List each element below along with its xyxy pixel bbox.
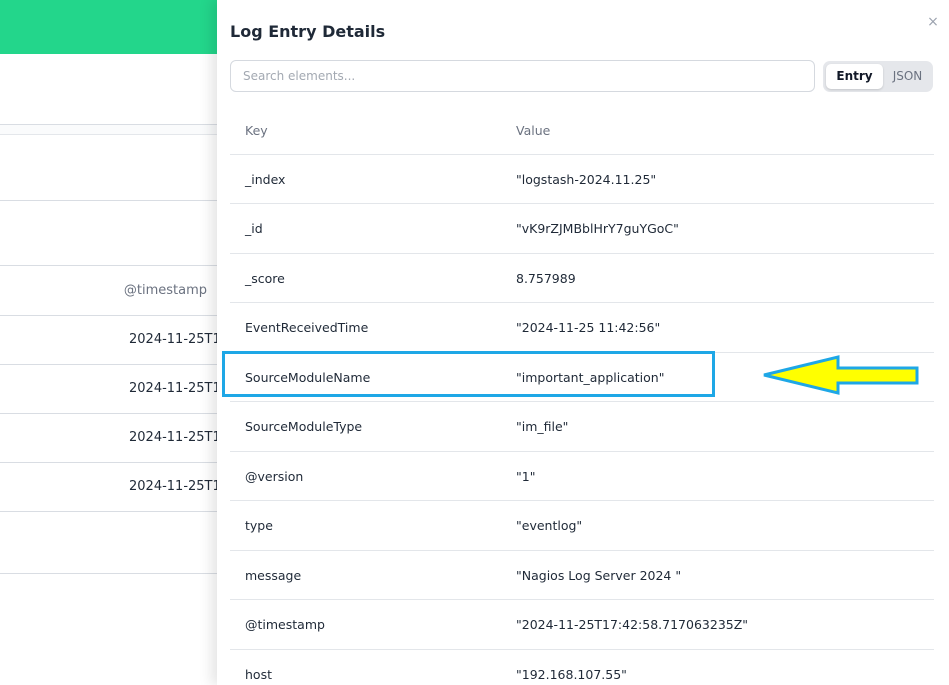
background-timestamp-cell: 2024-11-25T17 — [129, 381, 217, 396]
background-header-bar — [0, 0, 217, 54]
table-row: EventReceivedTime "2024-11-25 11:42:56" — [230, 303, 934, 353]
table-row: @version "1" — [230, 452, 934, 501]
panel-title: Log Entry Details — [230, 22, 386, 41]
field-value: "eventlog" — [516, 518, 583, 533]
background-table-row[interactable]: 2024-11-25T17 — [0, 414, 217, 463]
table-row: type "eventlog" — [230, 501, 934, 551]
table-row: message "Nagios Log Server 2024 " — [230, 551, 934, 600]
log-entry-details-panel: Log Entry Details × Entry JSON Key Value… — [217, 0, 949, 685]
background-divider-band — [0, 124, 217, 135]
value-column-header: Value — [516, 123, 551, 138]
field-key: SourceModuleType — [245, 419, 363, 434]
background-divider — [0, 573, 217, 574]
table-row: SourceModuleType "im_file" — [230, 402, 934, 452]
field-value: "192.168.107.55" — [516, 666, 627, 682]
field-value: "2024-11-25T17:42:58.717063235Z" — [516, 617, 749, 632]
background-column-header[interactable]: @timestamp — [0, 265, 217, 316]
background-timestamp-cell: 2024-11-25T17 — [129, 430, 217, 445]
field-value: "logstash-2024.11.25" — [516, 171, 657, 187]
background-timestamp-cell: 2024-11-25T17 — [129, 332, 217, 347]
field-key: EventReceivedTime — [245, 320, 369, 335]
field-key: @timestamp — [245, 617, 325, 632]
pointer-arrow-icon — [763, 355, 919, 395]
field-value: "2024-11-25 11:42:56" — [516, 320, 661, 335]
key-column-header: Key — [245, 123, 268, 138]
search-input[interactable] — [230, 60, 815, 92]
background-table-row[interactable]: 2024-11-25T17 — [0, 463, 217, 512]
field-key: SourceModuleName — [245, 369, 371, 385]
table-row: _score 8.757989 — [230, 254, 934, 303]
field-value: "important_application" — [516, 369, 665, 385]
field-key: type — [245, 518, 273, 533]
close-icon[interactable]: × — [925, 14, 941, 30]
field-value: 8.757989 — [516, 270, 576, 286]
background-timestamp-cell: 2024-11-25T17 — [129, 479, 217, 494]
field-value: "im_file" — [516, 419, 569, 434]
background-divider — [0, 200, 217, 201]
field-key: _id — [245, 221, 263, 236]
app-root: @timestamp 2024-11-25T17 2024-11-25T17 2… — [0, 0, 949, 685]
background-table-row[interactable]: 2024-11-25T17 — [0, 365, 217, 414]
field-value: "Nagios Log Server 2024 " — [516, 567, 682, 583]
entry-toggle-button[interactable]: Entry — [826, 64, 883, 89]
field-key: message — [245, 567, 302, 583]
field-key: _score — [245, 270, 285, 286]
field-key: @version — [245, 468, 304, 484]
field-key: host — [245, 666, 272, 682]
background-table-row[interactable]: 2024-11-25T17 — [0, 316, 217, 365]
field-key: _index — [245, 171, 286, 187]
table-row: _id "vK9rZJMBblHrY7guYGoC" — [230, 204, 934, 254]
field-value: "1" — [516, 468, 536, 484]
table-row: _index "logstash-2024.11.25" — [230, 155, 934, 204]
background-column-header-label: @timestamp — [123, 283, 207, 298]
table-row: @timestamp "2024-11-25T17:42:58.71706323… — [230, 600, 934, 650]
table-header-row: Key Value — [230, 105, 934, 155]
view-mode-toggle: Entry JSON — [823, 61, 933, 92]
table-row: host "192.168.107.55" — [230, 650, 934, 685]
json-toggle-button[interactable]: JSON — [885, 64, 930, 89]
field-value: "vK9rZJMBblHrY7guYGoC" — [516, 221, 679, 236]
